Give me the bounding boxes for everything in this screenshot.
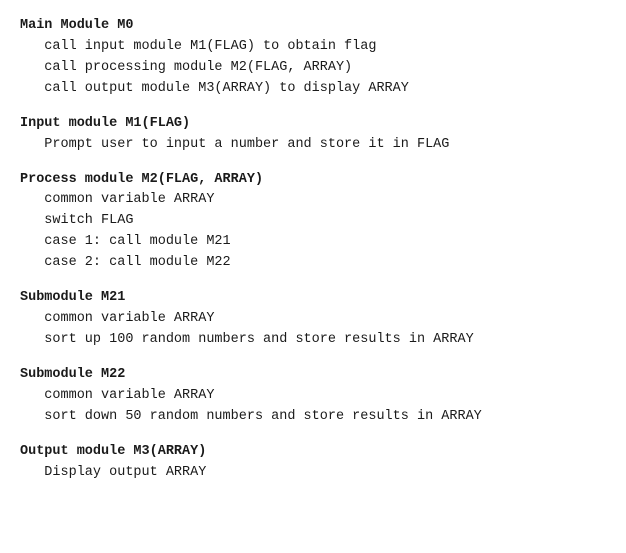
section-submodule-m21: Submodule M21 common variable ARRAY sort…	[20, 288, 606, 351]
section-header-process-module: Process module M2(FLAG, ARRAY)	[20, 170, 606, 191]
code-line: call input module M1(FLAG) to obtain fla…	[20, 37, 606, 58]
code-line: call processing module M2(FLAG, ARRAY)	[20, 58, 606, 79]
code-line: sort down 50 random numbers and store re…	[20, 407, 606, 428]
section-header-input-module: Input module M1(FLAG)	[20, 114, 606, 135]
code-line: call output module M3(ARRAY) to display …	[20, 79, 606, 100]
code-line: sort up 100 random numbers and store res…	[20, 330, 606, 351]
section-main-module: Main Module M0 call input module M1(FLAG…	[20, 16, 606, 100]
code-line: Display output ARRAY	[20, 463, 606, 484]
section-header-output-module: Output module M3(ARRAY)	[20, 442, 606, 463]
code-line: common variable ARRAY	[20, 386, 606, 407]
code-line: Prompt user to input a number and store …	[20, 135, 606, 156]
code-line: switch FLAG	[20, 211, 606, 232]
section-submodule-m22: Submodule M22 common variable ARRAY sort…	[20, 365, 606, 428]
section-header-submodule-m22: Submodule M22	[20, 365, 606, 386]
code-line: common variable ARRAY	[20, 309, 606, 330]
code-line: common variable ARRAY	[20, 190, 606, 211]
code-line: case 2: call module M22	[20, 253, 606, 274]
section-process-module: Process module M2(FLAG, ARRAY) common va…	[20, 170, 606, 275]
section-output-module: Output module M3(ARRAY) Display output A…	[20, 442, 606, 484]
section-header-submodule-m21: Submodule M21	[20, 288, 606, 309]
section-header-main-module: Main Module M0	[20, 16, 606, 37]
pseudocode-display: Main Module M0 call input module M1(FLAG…	[20, 16, 606, 484]
section-input-module: Input module M1(FLAG) Prompt user to inp…	[20, 114, 606, 156]
code-line: case 1: call module M21	[20, 232, 606, 253]
